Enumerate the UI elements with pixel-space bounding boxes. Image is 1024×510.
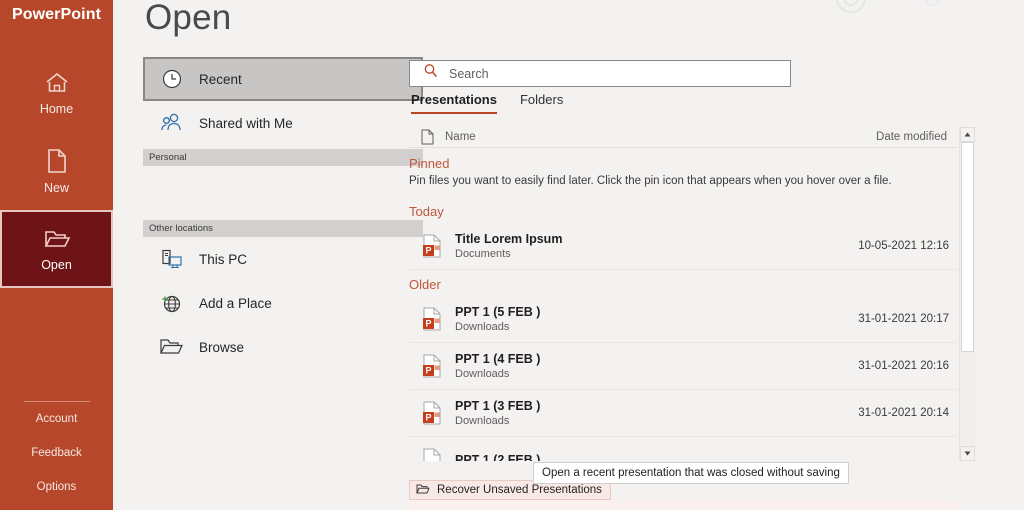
svg-text:P: P xyxy=(425,366,431,376)
rail-item-open[interactable]: Open xyxy=(0,210,113,288)
rail-item-feedback[interactable]: Feedback xyxy=(0,436,113,470)
file-row[interactable]: P PPT 1 (3 FEB ) Downloads 31-01-2021 20… xyxy=(409,390,957,437)
rail-item-account[interactable]: Account xyxy=(0,402,113,436)
column-header-date-modified[interactable]: Date modified xyxy=(876,131,947,143)
scrollbar-thumb[interactable] xyxy=(961,142,974,352)
place-item-this-pc[interactable]: This PC xyxy=(143,237,423,281)
search-placeholder: Search xyxy=(449,67,489,81)
place-item-shared-with-me[interactable]: Shared with Me xyxy=(143,101,423,145)
place-item-label: Shared with Me xyxy=(199,116,293,131)
place-item-browse[interactable]: Browse xyxy=(143,325,423,369)
column-header-name[interactable]: Name xyxy=(445,131,476,143)
file-info: PPT 1 (3 FEB ) Downloads xyxy=(455,399,540,427)
file-info: Title Lorem Ipsum Documents xyxy=(455,232,562,260)
rail-item-home[interactable]: Home xyxy=(0,54,113,132)
svg-text:P: P xyxy=(425,413,431,423)
app-brand-title: PowerPoint xyxy=(12,6,101,24)
computer-icon xyxy=(159,246,185,272)
place-item-add-a-place[interactable]: Add a Place xyxy=(143,281,423,325)
document-icon xyxy=(409,129,445,145)
svg-text:P: P xyxy=(425,246,431,256)
file-location: Downloads xyxy=(455,415,540,427)
file-date-modified: 31-01-2021 20:16 xyxy=(858,360,949,372)
tooltip: Open a recent presentation that was clos… xyxy=(533,462,849,484)
file-name: PPT 1 (4 FEB ) xyxy=(455,352,540,366)
globe-plus-icon xyxy=(159,290,185,316)
rail-divider xyxy=(24,401,90,402)
section-label-today: Today xyxy=(409,197,957,223)
file-list-scrollbar[interactable] xyxy=(959,127,974,461)
tab-folders[interactable]: Folders xyxy=(520,92,563,114)
file-date-modified: 10-05-2021 12:16 xyxy=(858,240,949,252)
search-icon xyxy=(423,63,439,84)
rail-item-new[interactable]: New xyxy=(0,132,113,210)
powerpoint-file-icon: P xyxy=(409,353,455,379)
powerpoint-file-icon: P xyxy=(409,306,455,332)
decorative-circle-small-icon xyxy=(925,0,940,6)
file-location: Documents xyxy=(455,248,562,260)
backstage-nav-rail: PowerPoint Home New xyxy=(0,0,113,510)
open-folder-icon xyxy=(416,483,430,498)
rail-footer-group: Account Feedback Options xyxy=(0,402,113,504)
file-list-header: Name Date modified xyxy=(409,127,957,148)
people-icon xyxy=(159,110,185,136)
svg-text:P: P xyxy=(425,319,431,329)
file-location: Downloads xyxy=(455,368,540,380)
group-header-label: Personal xyxy=(149,152,187,163)
file-row[interactable]: P PPT 1 (5 FEB ) Downloads 31-01-2021 20… xyxy=(409,296,957,343)
file-info: PPT 1 (2 FEB ) xyxy=(455,453,540,461)
section-label-older: Older xyxy=(409,270,957,296)
place-item-recent[interactable]: Recent xyxy=(143,57,423,101)
tab-presentations[interactable]: Presentations xyxy=(411,92,497,114)
file-date-modified: 31-01-2021 20:14 xyxy=(858,407,949,419)
home-icon xyxy=(44,71,70,95)
places-group-header-personal: Personal xyxy=(143,149,423,166)
scrollbar-up-button[interactable] xyxy=(960,127,975,142)
new-document-icon xyxy=(46,148,68,174)
powerpoint-backstage-open-screen: PowerPoint Home New xyxy=(0,0,1024,510)
footer-highlight-band xyxy=(409,500,957,510)
place-item-label: This PC xyxy=(199,252,247,267)
folder-icon xyxy=(159,334,185,360)
file-name: Title Lorem Ipsum xyxy=(455,232,562,246)
file-name: PPT 1 (3 FEB ) xyxy=(455,399,540,413)
file-row[interactable]: PPT 1 (2 FEB ) xyxy=(409,437,957,461)
page-title: Open xyxy=(145,0,231,38)
clock-icon xyxy=(159,66,185,92)
open-folder-icon xyxy=(43,227,71,251)
powerpoint-file-icon: P xyxy=(409,233,455,259)
file-row[interactable]: P PPT 1 (4 FEB ) Downloads 31-01-2021 20… xyxy=(409,343,957,390)
section-label-pinned: Pinned xyxy=(409,149,957,175)
places-group-header-other-locations: Other locations xyxy=(143,220,423,237)
rail-item-label: New xyxy=(44,181,69,195)
section-hint-pinned: Pin files you want to easily find later.… xyxy=(409,175,957,197)
place-item-label: Browse xyxy=(199,340,244,355)
places-panel: Recent Shared with Me Personal O xyxy=(143,57,423,369)
rail-item-options[interactable]: Options xyxy=(0,470,113,504)
file-name: PPT 1 (5 FEB ) xyxy=(455,305,540,319)
file-location: Downloads xyxy=(455,321,540,333)
file-list-scroll-area[interactable]: Pinned Pin files you want to easily find… xyxy=(409,149,957,461)
place-item-label: Recent xyxy=(199,72,242,87)
backstage-main: Open Recent xyxy=(113,0,1024,510)
places-group-personal-body xyxy=(143,166,423,216)
file-info: PPT 1 (4 FEB ) Downloads xyxy=(455,352,540,380)
group-header-label: Other locations xyxy=(149,223,213,234)
recover-button-label: Recover Unsaved Presentations xyxy=(437,484,602,496)
rail-item-label: Open xyxy=(41,258,72,272)
file-info: PPT 1 (5 FEB ) Downloads xyxy=(455,305,540,333)
powerpoint-file-icon: P xyxy=(409,400,455,426)
file-type-tabs: Presentations Folders xyxy=(411,92,563,114)
place-item-label: Add a Place xyxy=(199,296,272,311)
scrollbar-down-button[interactable] xyxy=(960,446,975,461)
file-name: PPT 1 (2 FEB ) xyxy=(455,453,540,461)
powerpoint-file-icon xyxy=(409,447,455,461)
search-input[interactable]: Search xyxy=(409,60,791,87)
file-row[interactable]: P Title Lorem Ipsum Documents 10-05-2021… xyxy=(409,223,957,270)
rail-item-label: Home xyxy=(40,102,73,116)
file-date-modified: 31-01-2021 20:17 xyxy=(858,313,949,325)
